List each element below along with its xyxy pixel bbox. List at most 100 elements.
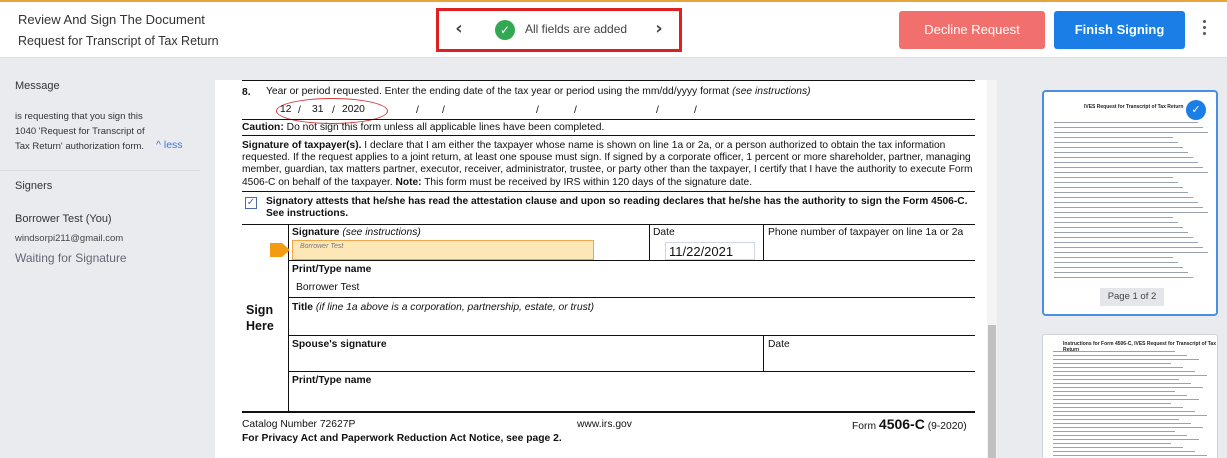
line8-note: (see instructions) <box>732 86 811 97</box>
signature-arrow-icon <box>270 243 290 257</box>
sig-taxpayer-label: Signature of taxpayer(s). <box>242 140 362 151</box>
field-navigator: ‹ ✓ All fields are added › <box>436 8 682 52</box>
thumbnail-text-line <box>1053 379 1179 380</box>
caution-label: Caution: <box>242 122 284 133</box>
thumbnail-text-line <box>1054 172 1208 173</box>
date-field[interactable]: 11/22/2021 <box>665 242 755 260</box>
page-thumbnail-1[interactable]: IVES Request for Transcript of Tax Retur… <box>1042 90 1218 316</box>
thumbnail-text-line <box>1053 403 1171 404</box>
document-scrollbar[interactable] <box>987 80 997 458</box>
show-less-link[interactable]: ^ less <box>156 139 183 151</box>
thumbnail-panel: IVES Request for Transcript of Tax Retur… <box>1030 58 1227 458</box>
attest-text: Signatory attests that he/she has read t… <box>266 196 968 220</box>
form-prefix: Form <box>852 421 877 432</box>
thumbnail-text-line <box>1054 187 1183 188</box>
thumbnail-text-line <box>1053 399 1199 400</box>
sign-here-label-1: Sign <box>246 303 274 317</box>
sidebar: Message is requesting that you sign this… <box>0 58 200 458</box>
thumbnail-text-line <box>1053 435 1187 436</box>
message-heading: Message <box>15 80 60 92</box>
less-label: less <box>163 139 183 151</box>
date-slash: / <box>332 105 335 116</box>
print-name-2-label: Print/Type name <box>292 375 372 386</box>
spouse-signature-label: Spouse's signature <box>292 339 387 350</box>
message-text: is requesting that you sign this 1040 'R… <box>15 111 145 152</box>
chevron-left-icon[interactable]: ‹ <box>447 18 471 42</box>
attest-checkbox[interactable]: ✓ <box>245 197 257 209</box>
page-title: Review And Sign The Document <box>18 12 205 27</box>
finish-signing-button[interactable]: Finish Signing <box>1054 11 1185 49</box>
date-slash: / <box>574 105 577 116</box>
thumbnail-text-line <box>1054 207 1203 208</box>
thumbnail-text-line <box>1054 267 1183 268</box>
thumbnail-text-line <box>1053 387 1203 388</box>
page-thumbnail-2[interactable]: Instructions for Form 4506-C, IVES Reque… <box>1042 334 1218 458</box>
decline-request-button[interactable]: Decline Request <box>899 11 1045 49</box>
thumbnail-text-line <box>1053 375 1207 376</box>
rule <box>288 371 975 372</box>
date-slash: / <box>416 105 419 116</box>
check-circle-icon: ✓ <box>495 20 515 40</box>
rule <box>242 80 975 81</box>
thumbnail-text-line <box>1054 232 1188 233</box>
thumbnail-text-line <box>1054 212 1208 213</box>
thumbnail-text-line <box>1054 242 1198 243</box>
chevron-right-icon[interactable]: › <box>647 18 671 42</box>
document-page: 8. Year or period requested. Enter the e… <box>215 80 987 458</box>
top-accent-line <box>0 0 1227 2</box>
print-name-value[interactable]: Borrower Test <box>296 282 359 293</box>
thumbnail-text-line <box>1054 137 1173 138</box>
scrollbar-thumb[interactable] <box>988 325 996 458</box>
rule <box>242 224 975 225</box>
title-note: (if line 1a above is a corporation, part… <box>315 302 595 313</box>
chevron-up-icon: ^ <box>156 139 161 151</box>
signature-header: Signature (see instructions) <box>292 227 421 238</box>
thumbnail-text-line <box>1054 277 1193 278</box>
thumbnail-text-line <box>1053 355 1187 356</box>
form-date: (9-2020) <box>927 421 967 432</box>
spouse-date-label: Date <box>768 339 790 350</box>
thumbnail-text-line <box>1053 351 1175 352</box>
thumbnail-text-line <box>1054 162 1198 163</box>
privacy-notice: For Privacy Act and Paperwork Reduction … <box>242 433 562 444</box>
thumbnail-text-line <box>1053 419 1179 420</box>
signer-name: Borrower Test (You) <box>15 213 112 225</box>
taxpayer-declaration: Signature of taxpayer(s). I declare that… <box>242 140 975 189</box>
print-name-label: Print/Type name <box>292 264 372 275</box>
thumbnail-text-line <box>1054 167 1203 168</box>
grid-line <box>763 335 764 371</box>
rule <box>288 260 975 261</box>
thumbnail-title: IVES Request for Transcript of Tax Retur… <box>1084 104 1184 110</box>
form-number: 4506-C <box>878 416 925 432</box>
irs-website: www.irs.gov <box>577 419 632 430</box>
thumbnail-text-line <box>1054 157 1193 158</box>
thumbnail-text-line <box>1053 451 1195 452</box>
thumbnail-text-line <box>1054 197 1193 198</box>
note-text: This form must be received by IRS within… <box>424 176 753 188</box>
thumbnail-text-line <box>1053 431 1175 432</box>
date-slash: / <box>442 105 445 116</box>
line8-label: Year or period requested. Enter the endi… <box>266 86 811 97</box>
signer-email: windsorpi211@gmail.com <box>15 233 124 244</box>
top-bar: Review And Sign The Document Request for… <box>0 0 1227 58</box>
signature-field[interactable]: Borrower Test <box>292 240 594 260</box>
thumbnail-text-line <box>1054 217 1173 218</box>
thumbnail-text-line <box>1054 192 1188 193</box>
thumbnail-text-line <box>1053 455 1207 456</box>
document-viewer: 8. Year or period requested. Enter the e… <box>200 58 1020 458</box>
thumbnail-text-line <box>1054 222 1178 223</box>
thumbnail-text-line <box>1054 142 1178 143</box>
thumbnail-text-line <box>1053 423 1191 424</box>
date-slash: / <box>694 105 697 116</box>
thumbnail-text-line <box>1054 262 1178 263</box>
date-slash: / <box>656 105 659 116</box>
rule <box>288 335 975 336</box>
title-label: Title <box>292 302 313 313</box>
date-slash: / <box>536 105 539 116</box>
thumbnail-text-line <box>1053 363 1171 364</box>
form-id: Form 4506-C (9-2020) <box>852 416 967 432</box>
thumbnail-text-line <box>1053 447 1183 448</box>
thumbnail-text-line <box>1054 202 1198 203</box>
thumbnail-text-line <box>1053 359 1199 360</box>
more-options-icon[interactable] <box>1198 20 1210 40</box>
